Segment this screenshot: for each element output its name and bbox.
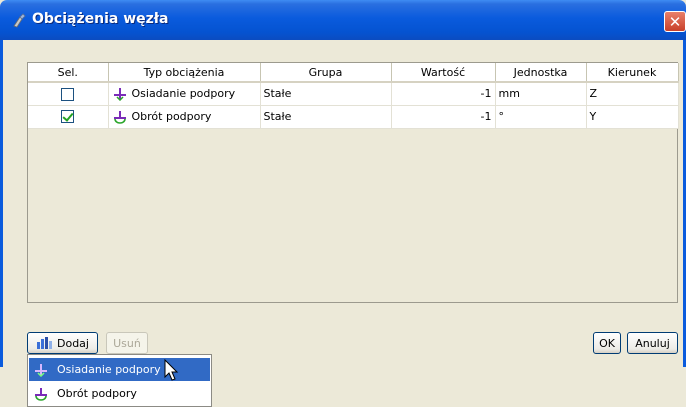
menu-item-support-rotation[interactable]: Obrót podpory [29, 382, 210, 405]
select-cell[interactable] [28, 105, 109, 129]
group-cell[interactable]: Stałe [260, 105, 392, 129]
menu-item-support-settlement[interactable]: Osiadanie podpory [29, 358, 210, 381]
direction-cell[interactable]: Z [586, 82, 679, 106]
cancel-button-label: Anuluj [635, 336, 670, 350]
type-cell[interactable]: Obrót podpory [108, 105, 261, 129]
title-bar[interactable]: Obciążenia węzła ✕ [0, 0, 686, 40]
loads-table-panel: Sel. Typ obciążenia Grupa Wartość Jednos… [27, 62, 679, 303]
table-row[interactable]: Osiadanie podpory Stałe -1 mm Z [28, 82, 679, 106]
column-header-value[interactable]: Wartość [391, 63, 496, 83]
load-type-label: Osiadanie podpory [131, 87, 236, 101]
mouse-cursor-icon [164, 359, 179, 381]
support-rotation-icon [113, 110, 126, 124]
table-row[interactable]: Obrót podpory Stałe -1 ° Y [28, 105, 679, 129]
close-icon: ✕ [668, 12, 682, 31]
column-header-group[interactable]: Grupa [260, 63, 392, 83]
row-select-checkbox[interactable] [61, 110, 75, 124]
add-button[interactable]: Dodaj [27, 332, 98, 354]
window-title: Obciążenia węzła [32, 11, 169, 27]
table-header-row: Sel. Typ obciążenia Grupa Wartość Jednos… [28, 63, 679, 83]
unit-cell: mm [495, 82, 587, 106]
add-button-label: Dodaj [57, 336, 89, 350]
menu-item-label: Obrót podpory [57, 387, 137, 400]
close-button[interactable]: ✕ [664, 11, 686, 32]
ok-button[interactable]: OK [593, 332, 621, 354]
cancel-button[interactable]: Anuluj [627, 332, 678, 354]
column-header-type[interactable]: Typ obciążenia [108, 63, 261, 83]
column-header-direction[interactable]: Kierunek [586, 63, 679, 83]
add-load-icon [37, 337, 52, 349]
load-type-label: Obrót podpory [131, 110, 212, 123]
value-cell[interactable]: -1 [391, 105, 496, 129]
support-settlement-icon [113, 87, 126, 101]
remove-button-label: Usuń [113, 336, 141, 350]
unit-cell: ° [495, 105, 587, 129]
remove-button[interactable]: Usuń [106, 332, 148, 354]
column-header-sel[interactable]: Sel. [28, 63, 109, 83]
loads-table: Sel. Typ obciążenia Grupa Wartość Jednos… [28, 63, 679, 129]
select-cell[interactable] [28, 82, 109, 106]
support-settlement-icon [35, 363, 47, 377]
ok-button-label: OK [599, 336, 615, 350]
menu-item-label: Osiadanie podpory [57, 363, 161, 376]
row-select-checkbox[interactable] [61, 87, 75, 101]
add-menu: Osiadanie podpory Obrót podpory [27, 354, 212, 407]
support-rotation-icon [35, 387, 47, 401]
type-cell[interactable]: Osiadanie podpory [108, 82, 261, 106]
direction-cell[interactable]: Y [586, 105, 679, 129]
group-cell[interactable]: Stałe [260, 82, 392, 106]
column-header-unit[interactable]: Jednostka [495, 63, 587, 83]
app-icon [13, 13, 26, 28]
value-cell[interactable]: -1 [391, 82, 496, 106]
